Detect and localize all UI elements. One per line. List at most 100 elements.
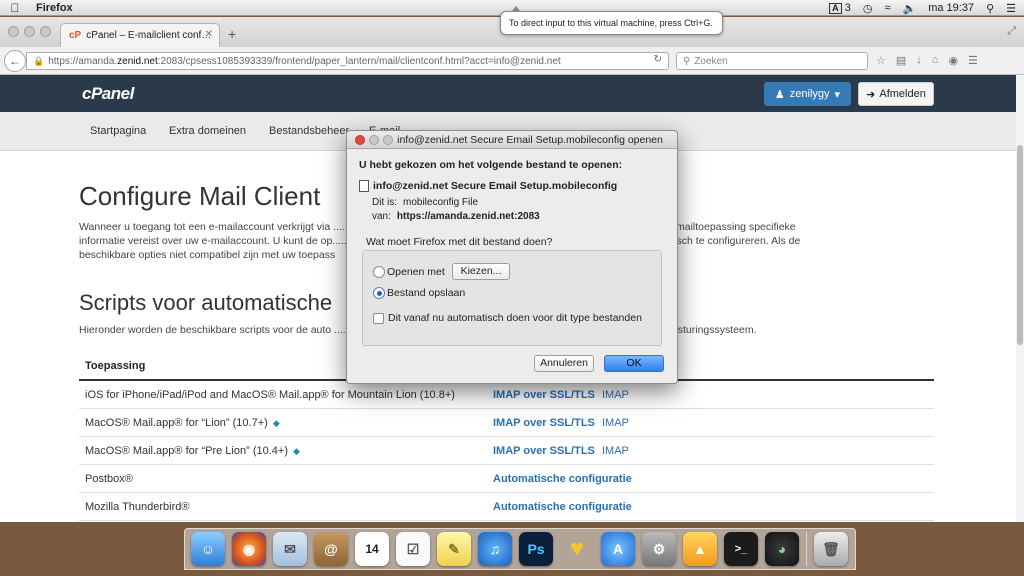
system-preferences-icon[interactable]: ⚙	[642, 532, 676, 566]
reminders-icon[interactable]: ☑	[396, 532, 430, 566]
close-tab-icon[interactable]: ✕	[205, 29, 213, 40]
logout-icon: ➜	[866, 88, 876, 101]
url-prefix: https://amanda.	[48, 55, 118, 67]
dialog-minimize-button	[369, 135, 379, 145]
input-source-icon[interactable]: A 3	[829, 2, 851, 14]
user-icon: ♟	[774, 88, 785, 101]
status-area: A 3 ◷ ≈ 🔈 ma 19:37 ⚲ ☰	[829, 0, 1016, 16]
trash-icon[interactable]: 🗑	[814, 532, 848, 566]
auto-label[interactable]: Dit vanaf nu automatisch doen voor dit t…	[388, 312, 642, 324]
cyberduck-icon[interactable]: ♥	[560, 532, 594, 566]
file-type-label: Dit is:	[372, 197, 397, 208]
app-store-icon[interactable]: A	[601, 532, 635, 566]
logout-button[interactable]: ➜ Afmelden	[858, 82, 934, 106]
dialog-question: Wat moet Firefox met dit bestand doen?	[366, 236, 553, 248]
terminal-icon[interactable]: >_	[724, 532, 758, 566]
lock-icon[interactable]: 🔒	[33, 56, 44, 67]
dialog-titlebar: info@zenid.net Secure Email Setup.mobile…	[347, 131, 677, 149]
link-imap-ssl[interactable]: IMAP over SSL/TLS	[493, 389, 595, 401]
photoshop-icon[interactable]: Ps	[519, 532, 553, 566]
search-icon[interactable]: ⚲	[986, 2, 994, 15]
finder-icon[interactable]: ☺	[191, 532, 225, 566]
file-type-value: mobileconfig File	[403, 197, 479, 208]
cancel-button[interactable]: Annuleren	[534, 355, 594, 372]
chat-icon[interactable]: ◉	[948, 54, 958, 67]
mail-icon[interactable]: ✉	[273, 532, 307, 566]
volume-icon[interactable]: 🔈	[902, 2, 916, 15]
breadcrumb-file-manager[interactable]: Bestandsbeheer	[269, 125, 349, 137]
save-file-radio[interactable]	[373, 287, 385, 299]
file-type-row: Dit is: mobileconfig File	[372, 197, 478, 208]
link-imap[interactable]: IMAP	[602, 417, 629, 429]
bookmark-star-icon[interactable]: ☆	[876, 54, 886, 67]
reading-list-icon[interactable]: ▤	[896, 54, 906, 67]
ok-button[interactable]: OK	[604, 355, 664, 372]
dialog-zoom-button	[383, 135, 393, 145]
new-tab-button[interactable]: +	[228, 26, 236, 42]
dialog-close-button[interactable]	[355, 135, 365, 145]
vlc-icon[interactable]: ▲	[683, 532, 717, 566]
link-imap[interactable]: IMAP	[602, 445, 629, 457]
breadcrumb-addon-domains[interactable]: Extra domeinen	[169, 125, 246, 137]
dock-separator	[806, 532, 807, 566]
clock[interactable]: ma 19:37	[928, 2, 974, 14]
url-bar[interactable]: 🔒 https://amanda. zenid.net:2083/cpsess10…	[26, 52, 669, 70]
user-menu-button[interactable]: ♟ zenilygy ▾	[764, 82, 851, 106]
table-row: MacOS® Mail.app® for “Pre Lion” (10.4+) …	[79, 437, 934, 465]
close-window-button[interactable]	[8, 26, 19, 37]
cpanel-logo[interactable]: cPanel	[82, 84, 134, 104]
tab-cpanel[interactable]: cP cPanel – E-mailclient conf… ✕	[60, 23, 220, 47]
caret-down-icon: ▾	[834, 88, 841, 101]
back-arrow-icon: ←	[9, 54, 21, 68]
time-machine-icon[interactable]: ◷	[863, 2, 873, 15]
search-bar[interactable]: ⚲ Zoeken	[676, 52, 868, 70]
link-imap-ssl[interactable]: IMAP over SSL/TLS	[493, 417, 595, 429]
scripts-heading: Scripts voor automatische	[79, 290, 333, 315]
home-icon[interactable]: ⌂	[932, 54, 939, 67]
calendar-icon[interactable]: 14	[355, 532, 389, 566]
dashboard-icon[interactable]: ◕	[765, 532, 799, 566]
scrollbar-thumb[interactable]	[1017, 145, 1023, 345]
contacts-icon[interactable]: @	[314, 532, 348, 566]
apple-icon[interactable]: 	[0, 1, 30, 15]
back-button[interactable]: ←	[4, 50, 26, 72]
app-name: iOS for iPhone/iPad/iPod and MacOS® Mail…	[85, 389, 455, 401]
cpanel-header: cPanel ♟ zenilygy ▾ ➜ Afmelden	[0, 75, 1024, 112]
app-name: Mozilla Thunderbird®	[85, 501, 190, 513]
choose-app-button[interactable]: Kiezen...	[452, 263, 510, 280]
file-source-value: https://amanda.zenid.net:2083	[396, 211, 540, 222]
minimize-window-button[interactable]	[24, 26, 35, 37]
link-imap[interactable]: IMAP	[602, 389, 629, 401]
username: zenilygy	[789, 88, 830, 100]
file-source-label: van:	[372, 211, 391, 222]
tag-icon: ◆	[272, 418, 280, 428]
link-auto-config[interactable]: Automatische configuratie	[493, 473, 632, 485]
file-name: info@zenid.net Secure Email Setup.mobile…	[373, 180, 618, 192]
notifications-icon[interactable]: ☰	[1006, 2, 1016, 15]
breadcrumb-home[interactable]: Startpagina	[90, 125, 146, 137]
cpanel-favicon-icon: cP	[69, 30, 82, 41]
menu-icon[interactable]: ☰	[968, 54, 978, 67]
url-rest: :2083/cpsess1085393339/frontend/paper_la…	[157, 55, 561, 67]
notes-icon[interactable]: ✎	[437, 532, 471, 566]
open-with-radio[interactable]	[373, 266, 385, 278]
menu-app-name[interactable]: Firefox	[36, 2, 73, 14]
save-file-label[interactable]: Bestand opslaan	[387, 287, 465, 299]
table-row: iOS for iPhone/iPad/iPod and MacOS® Mail…	[79, 381, 934, 409]
page-scrollbar[interactable]	[1016, 75, 1024, 522]
zoom-window-button[interactable]	[40, 26, 51, 37]
link-imap-ssl[interactable]: IMAP over SSL/TLS	[493, 445, 595, 457]
fullscreen-icon[interactable]: ⤢	[1007, 25, 1016, 38]
itunes-icon[interactable]: ♫	[478, 532, 512, 566]
wifi-icon[interactable]: ≈	[884, 2, 890, 14]
firefox-icon[interactable]: ◉	[232, 532, 266, 566]
auto-checkbox[interactable]	[373, 313, 384, 324]
open-with-label[interactable]: Openen met	[387, 266, 445, 278]
link-auto-config[interactable]: Automatische configuratie	[493, 501, 632, 513]
app-name: MacOS® Mail.app® for “Pre Lion” (10.4+) …	[85, 445, 300, 457]
download-icon[interactable]: ↓	[916, 54, 922, 67]
reload-icon[interactable]: ↻	[654, 54, 662, 65]
nav-toolbar: ← 🔒 https://amanda. zenid.net:2083/cpsess…	[0, 47, 1024, 75]
column-header-app: Toepassing	[85, 360, 146, 372]
page-title: Configure Mail Client	[79, 181, 321, 211]
